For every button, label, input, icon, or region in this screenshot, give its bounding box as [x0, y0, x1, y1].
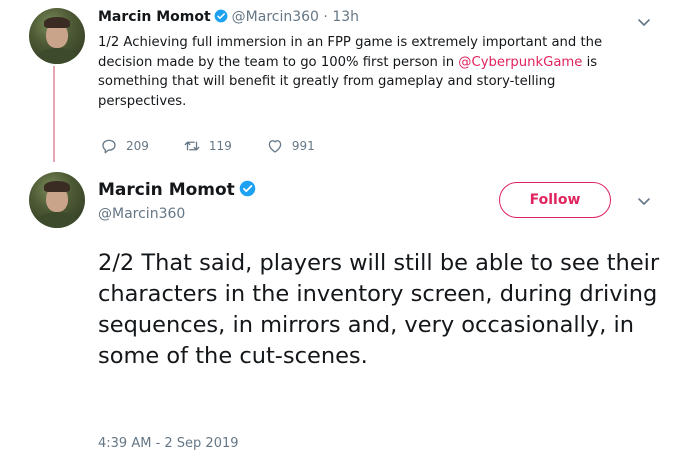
mention-link[interactable]: @CyberpunkGame	[458, 55, 582, 70]
tweet-text: 2/2 That said, players will still be abl…	[98, 250, 660, 369]
like-count: 991	[291, 139, 315, 153]
avatar-shirt	[35, 48, 79, 64]
avatar[interactable]	[29, 172, 85, 228]
author-handle[interactable]: @Marcin360	[98, 206, 185, 222]
verified-badge-icon	[239, 180, 256, 197]
author-name-row: Marcin Momot	[98, 180, 256, 200]
reply-count: 209	[126, 139, 149, 153]
retweet-icon	[184, 141, 200, 151]
chevron-down-icon[interactable]	[636, 14, 652, 30]
author-name[interactable]: Marcin Momot	[98, 9, 211, 25]
avatar-hair	[44, 17, 70, 28]
tweet-actions: 209 119 991	[100, 137, 349, 155]
author-handle[interactable]: @Marcin360	[232, 9, 319, 25]
chevron-down-icon[interactable]	[636, 193, 652, 209]
reply-button[interactable]: 209	[100, 137, 149, 155]
avatar[interactable]	[29, 8, 85, 64]
verified-badge-icon	[214, 9, 228, 23]
tweet-header: Marcin Momot @Marcin360 · 13h	[98, 9, 359, 25]
follow-button[interactable]: Follow	[499, 182, 611, 218]
author-name[interactable]: Marcin Momot	[98, 180, 235, 200]
tweet-timestamp[interactable]: 4:39 AM - 2 Sep 2019	[98, 436, 239, 451]
avatar-hair	[44, 181, 70, 192]
reply-icon	[102, 139, 116, 154]
heart-icon	[268, 140, 282, 153]
retweet-count: 119	[208, 139, 232, 153]
thread-line	[53, 66, 55, 162]
tweet-time[interactable]: 13h	[332, 9, 359, 25]
tweet-text: 1/2 Achieving full immersion in an FPP g…	[98, 33, 628, 111]
like-button[interactable]: 991	[266, 137, 315, 155]
avatar-shirt	[35, 212, 79, 228]
retweet-button[interactable]: 119	[183, 137, 232, 155]
time-separator: ·	[318, 9, 333, 25]
